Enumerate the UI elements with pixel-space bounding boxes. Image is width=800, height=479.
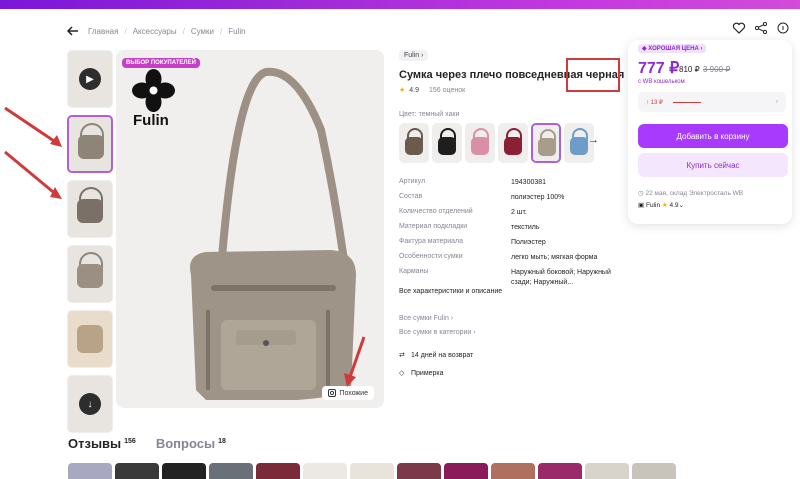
color-swatches	[399, 123, 594, 163]
breadcrumb-brand[interactable]: Fulin	[228, 27, 245, 36]
price-change: ↑ 13 ₽	[646, 99, 663, 106]
spec-row: Артикул 194300381	[399, 178, 547, 186]
header-actions	[732, 21, 790, 35]
product-rating[interactable]: ★ 4.9 156 оценок	[399, 86, 465, 95]
old-price: 3 900 ₽	[703, 65, 731, 74]
tag-icon: ◇	[399, 370, 405, 377]
star-icon: ★	[661, 202, 668, 209]
spec-row: Карманы Наружный боковой; Наружный сзади;…	[399, 268, 611, 286]
bag-illustration	[190, 67, 356, 400]
thumbnail-5[interactable]: ↓	[67, 375, 113, 433]
review-photo[interactable]	[162, 463, 206, 479]
breadcrumb-home[interactable]: Главная	[88, 27, 118, 36]
seller-info[interactable]: ▣ Fulin ★ 4.9⌄	[638, 201, 684, 209]
star-icon: ★	[399, 87, 406, 94]
top-nav-bar	[0, 0, 800, 9]
review-photo[interactable]	[538, 463, 582, 479]
back-arrow-icon[interactable]	[66, 24, 80, 38]
review-photo[interactable]	[209, 463, 253, 479]
breadcrumb-bags[interactable]: Сумки	[191, 27, 214, 36]
review-photo[interactable]	[585, 463, 629, 479]
all-specs-link[interactable]: Все характеристики и описание	[399, 288, 502, 295]
tab-questions[interactable]: Вопросы 18	[156, 436, 226, 451]
wallet-price: 777 ₽	[638, 60, 680, 77]
spec-row: Особенности сумки легко мыть; мягкая форм…	[399, 253, 598, 261]
play-icon[interactable]: ▶	[79, 68, 101, 90]
related-links: Все сумки Fulin › Все сумки в категории …	[399, 312, 476, 340]
brand-logo-text: Fulin	[133, 112, 169, 129]
thumbnail-4[interactable]	[67, 310, 113, 368]
review-photo[interactable]	[115, 463, 159, 479]
rating-value: 4.9	[409, 86, 420, 94]
swatch-4[interactable]	[498, 123, 528, 163]
buy-now-button[interactable]: Купить сейчас	[638, 153, 788, 177]
swatch-1[interactable]	[399, 123, 429, 163]
thumbnail-3[interactable]	[67, 245, 113, 303]
chevron-right-icon: ›	[776, 99, 778, 105]
review-photos	[68, 463, 676, 479]
similar-icon	[328, 389, 337, 397]
clock-icon: ◷	[638, 190, 644, 197]
price-history[interactable]: ↑ 13 ₽ ›	[638, 92, 786, 112]
good-price-badge: ◆ ХОРОШАЯ ЦЕНА ›	[638, 44, 707, 53]
regular-price: 810 ₽	[679, 65, 700, 74]
delivery-info: ◷ 22 мая, склад Электросталь WB	[638, 190, 744, 197]
breadcrumb: Главная / Аксессуары / Сумки / Fulin	[66, 24, 246, 38]
swatch-5-selected[interactable]	[531, 123, 561, 163]
annotation-arrow-similar	[344, 336, 366, 387]
tab-reviews[interactable]: Отзывы 156	[68, 436, 136, 451]
review-photo[interactable]	[397, 463, 441, 479]
spec-row: Материал подкладки текстиль	[399, 223, 540, 231]
spec-row: Количество отделений 2 шт.	[399, 208, 527, 216]
more-icon[interactable]	[776, 21, 790, 35]
highlight-box-annotation	[566, 58, 620, 92]
fitting-perk: ◇ Примерка	[399, 365, 473, 383]
buy-card: ◆ ХОРОШАЯ ЦЕНА › 777 ₽ 810 ₽ 3 900 ₽ с W…	[628, 40, 792, 224]
return-icon: ⇄	[399, 352, 405, 359]
wallet-note[interactable]: с WB кошельком	[638, 79, 685, 85]
swatches-next-icon[interactable]: →	[588, 134, 599, 146]
price-history-sparkline	[672, 101, 701, 103]
heart-icon[interactable]	[732, 21, 746, 35]
review-photo[interactable]	[68, 463, 112, 479]
store-icon: ▣	[638, 202, 645, 209]
similar-label: Похожие	[339, 389, 368, 397]
review-photo[interactable]	[444, 463, 488, 479]
breadcrumb-accessories[interactable]: Аксессуары	[133, 27, 177, 36]
tabs: Отзывы 156 Вопросы 18	[68, 436, 226, 451]
brand-link[interactable]: Fulin ›	[399, 50, 429, 61]
color-label: Цвет: темный хаки	[399, 111, 460, 118]
spec-row: Состав полиэстер 100%	[399, 193, 565, 201]
all-brand-bags-link[interactable]: Все сумки Fulin ›	[399, 312, 476, 326]
review-photo[interactable]	[632, 463, 676, 479]
share-icon[interactable]	[754, 21, 768, 35]
swatch-2[interactable]	[432, 123, 462, 163]
return-perk: ⇄ 14 дней на возврат	[399, 347, 473, 365]
all-category-bags-link[interactable]: Все сумки в категории ›	[399, 326, 476, 340]
spec-row: Фактура материала Полиэстер	[399, 238, 546, 246]
review-photo[interactable]	[350, 463, 394, 479]
review-photo[interactable]	[256, 463, 300, 479]
scroll-down-icon[interactable]: ↓	[79, 393, 101, 415]
perks: ⇄ 14 дней на возврат ◇ Примерка	[399, 347, 473, 383]
add-to-cart-button[interactable]: Добавить в корзину	[638, 124, 788, 148]
swatch-3[interactable]	[465, 123, 495, 163]
review-photo[interactable]	[303, 463, 347, 479]
spec-table: Артикул 194300381 Состав полиэстер 100% Ко…	[399, 178, 614, 290]
annotation-arrows-left	[4, 106, 62, 199]
reviews-count[interactable]: 156 оценок	[429, 87, 465, 94]
review-photo[interactable]	[491, 463, 535, 479]
